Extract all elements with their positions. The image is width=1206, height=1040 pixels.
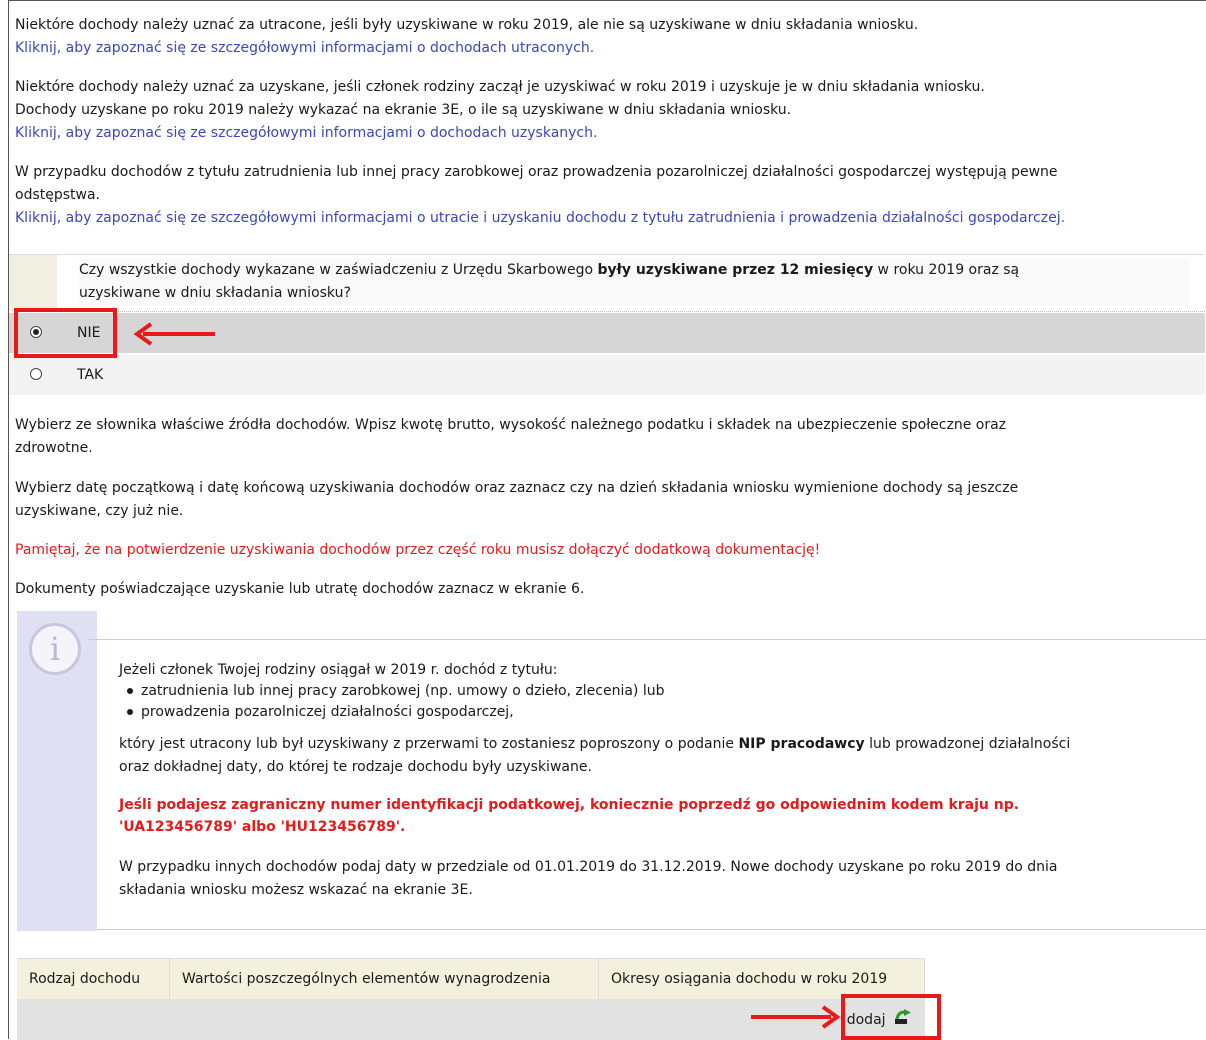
- form-page: Niektóre dochody należy uznać za utracon…: [8, 0, 1206, 1040]
- col-income-periods: Okresy osiągania dochodu w roku 2019: [599, 959, 925, 999]
- info-bullet: prowadzenia pozarolniczej działalności g…: [127, 702, 665, 723]
- instructions-text-2a: Wybierz datę początkową i datę końcową u…: [15, 480, 1019, 496]
- info-icon: i: [29, 623, 81, 675]
- foreign-tax-warning-1: Jeśli podajesz zagraniczny numer identyf…: [119, 797, 1020, 813]
- question-bold: były uzyskiwane przez 12 miesięcy: [597, 262, 874, 278]
- instructions-text-2b: uzyskiwane, czy już nie.: [15, 503, 184, 519]
- lost-income-text: Niektóre dochody należy uznać za utracon…: [15, 17, 919, 33]
- highlight-box-nie: [14, 308, 117, 358]
- option-tak-label: TAK: [77, 367, 104, 383]
- info-dates-text-1: W przypadku innych dochodów podaj daty w…: [119, 859, 1058, 875]
- info-bullet: zatrudnienia lub innej pracy zarobkowej …: [127, 681, 665, 702]
- info-nip-text-2: oraz dokładnej daty, do której te rodzaj…: [119, 759, 592, 775]
- foreign-tax-warning-2: 'UA123456789' albo 'HU123456789'.: [119, 819, 406, 835]
- exceptions-link[interactable]: Kliknij, aby zapoznać się ze szczegółowy…: [15, 208, 1065, 229]
- income-table-header: Rodzaj dochodu Wartości poszczególnych e…: [17, 958, 925, 999]
- gained-income-text-2: Dochody uzyskane po roku 2019 należy wyk…: [15, 102, 792, 118]
- info-panel-top-border: [87, 639, 1206, 640]
- col-salary-elements: Wartości poszczególnych elementów wynagr…: [170, 959, 599, 999]
- highlight-box-dodaj: [841, 994, 941, 1040]
- info-panel-bottom-border: [97, 929, 1206, 930]
- arrow-right-icon: [751, 1005, 841, 1029]
- arrow-left-icon: [133, 322, 215, 346]
- instructions-text-1a: Wybierz ze słownika właściwe źródła doch…: [15, 417, 1007, 433]
- info-panel: i Jeżeli członek Twojej rodziny osiągał …: [17, 611, 1206, 931]
- option-tak[interactable]: TAK: [9, 355, 1205, 395]
- question-gutter: [9, 255, 57, 311]
- documentation-warning: Pamiętaj, że na potwierdzenie uzyskiwani…: [15, 542, 821, 558]
- question-separator: [57, 311, 1205, 312]
- gained-income-text-1: Niektóre dochody należy uznać za uzyskan…: [15, 79, 985, 95]
- exceptions-text-2: odstępstwa.: [15, 187, 100, 203]
- info-dates-text-2: składania wniosku możesz wskazać na ekra…: [119, 882, 473, 898]
- info-nip-text: który jest utracony lub był uzyskiwany z…: [119, 736, 1071, 752]
- gained-income-link[interactable]: Kliknij, aby zapoznać się ze szczegółowy…: [15, 123, 597, 144]
- col-income-type: Rodzaj dochodu: [17, 959, 170, 999]
- info-bullet-list: zatrudnienia lub innej pracy zarobkowej …: [127, 681, 665, 723]
- documents-note: Dokumenty poświadczające uzyskanie lub u…: [15, 581, 585, 597]
- instructions-text-1b: zdrowotne.: [15, 440, 93, 456]
- radio-tak[interactable]: [30, 368, 42, 380]
- lost-income-link[interactable]: Kliknij, aby zapoznać się ze szczegółowy…: [15, 38, 594, 59]
- exceptions-text-1: W przypadku dochodów z tytułu zatrudnien…: [15, 164, 1058, 180]
- question-text: Czy wszystkie dochody wykazane w zaświad…: [79, 259, 1189, 305]
- info-intro: Jeżeli członek Twojej rodziny osiągał w …: [119, 662, 558, 678]
